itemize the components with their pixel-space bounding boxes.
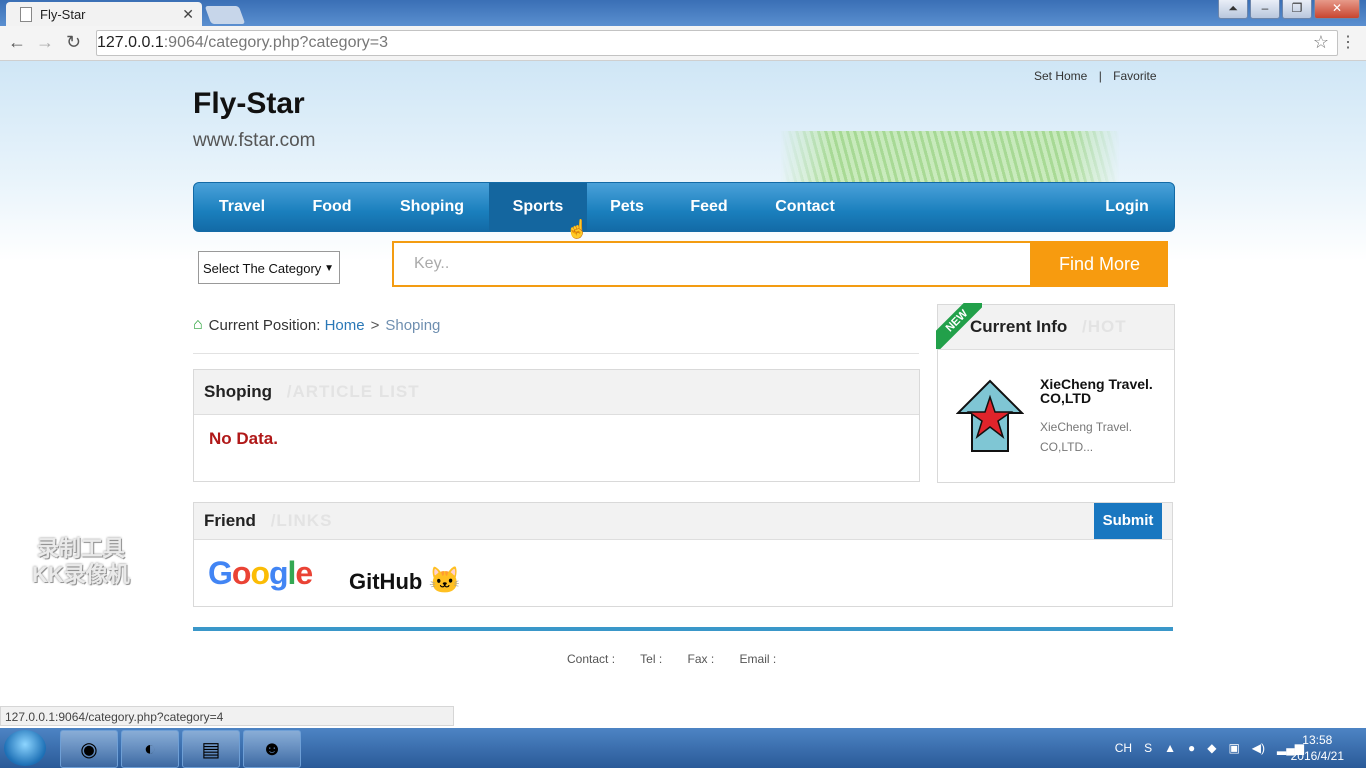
- footer-contact-label: Contact :: [567, 652, 616, 666]
- tab-close-icon[interactable]: ✕: [182, 6, 194, 23]
- favorite-link[interactable]: Favorite: [1113, 69, 1156, 83]
- breadcrumb-label: Current Position:: [208, 316, 321, 334]
- page-favicon-icon: [20, 6, 32, 22]
- taskbar: ◉ ◐ ▤ ☻ CH S ▲ ● ◆ ▣ ◀) ▂▄▆ 13:58 2016/4…: [0, 728, 1366, 768]
- url-host: 127.0.0.1: [97, 34, 164, 51]
- octocat-icon: 🐱: [428, 565, 461, 595]
- main-nav: Travel Food Shoping Sports Pets Feed Con…: [193, 182, 1175, 232]
- submit-button[interactable]: Submit: [1094, 503, 1162, 539]
- browser-toolbar: ← → ↻ 127.0.0.1 :9064/category.php?categ…: [0, 26, 1366, 108]
- top-links-divider: |: [1098, 69, 1102, 83]
- footer-tel-label: Tel :: [640, 652, 663, 666]
- star-arrow-icon[interactable]: [956, 379, 1024, 453]
- forward-arrow-icon[interactable]: →: [36, 32, 54, 53]
- dropdown-arrow-icon: ▼: [324, 263, 334, 274]
- close-window-button[interactable]: ✕: [1314, 0, 1360, 19]
- top-links: Set Home | Favorite: [1034, 69, 1165, 83]
- minimize-button[interactable]: –: [1250, 0, 1280, 19]
- friend-links-header: Friend /LINKS Submit: [194, 503, 1172, 540]
- nav-item-travel[interactable]: Travel: [194, 183, 290, 231]
- hand-cursor-icon: ☝: [566, 219, 589, 239]
- start-button[interactable]: [4, 730, 46, 766]
- grass-decoration: [780, 131, 1120, 183]
- nav-item-contact[interactable]: Contact: [751, 183, 859, 231]
- clock-date: 2016/4/21: [1290, 749, 1344, 763]
- window-controls: ⏶ – ❐ ✕: [1218, 0, 1360, 19]
- security-icon[interactable]: ●: [1188, 741, 1195, 755]
- web-page: Set Home | Favorite Fly-Star www.fstar.c…: [0, 61, 1366, 728]
- friend-links-subtitle: /LINKS: [270, 511, 333, 530]
- status-bar-url: 127.0.0.1:9064/category.php?category=4: [0, 706, 454, 726]
- nav-item-shoping[interactable]: Shoping: [374, 183, 490, 231]
- url-path: :9064/category.php?category=3: [163, 34, 389, 51]
- language-indicator[interactable]: CH: [1115, 741, 1132, 755]
- no-data-message: No Data.: [209, 429, 278, 448]
- set-home-link[interactable]: Set Home: [1034, 69, 1087, 83]
- watermark-line1: 录制工具: [36, 536, 125, 561]
- network-icon[interactable]: ▣: [1228, 741, 1239, 755]
- nav-item-food[interactable]: Food: [290, 183, 374, 231]
- current-info-title: Current Info: [970, 317, 1068, 336]
- github-logo[interactable]: GitHub 🐱: [349, 565, 461, 596]
- breadcrumb-current[interactable]: Shoping: [385, 317, 440, 334]
- address-bar[interactable]: 127.0.0.1 :9064/category.php?category=3 …: [96, 30, 1338, 108]
- watermark-line2: KK录像机: [32, 562, 130, 587]
- input-method-icon[interactable]: S: [1144, 741, 1152, 755]
- site-domain: www.fstar.com: [193, 130, 316, 151]
- breadcrumb-home-link[interactable]: Home: [325, 317, 365, 334]
- chrome-taskbar-icon[interactable]: ◉: [60, 730, 118, 768]
- footer-email-label: Email :: [739, 652, 777, 666]
- article-list-subtitle: /ARTICLE LIST: [286, 382, 420, 401]
- volume-icon[interactable]: ◀): [1252, 741, 1265, 755]
- footer-divider: [193, 627, 1173, 631]
- reload-icon[interactable]: ↻: [66, 32, 81, 53]
- article-list-header: Shoping /ARTICLE LIST: [194, 370, 919, 415]
- info-item-title[interactable]: XieCheng Travel. CO,LTD: [1040, 377, 1168, 405]
- category-select[interactable]: Select The Category ▼: [198, 251, 340, 284]
- nav-item-feed[interactable]: Feed: [667, 183, 751, 231]
- qq-icon[interactable]: ◆: [1207, 741, 1216, 755]
- bookmark-star-icon[interactable]: ☆: [1313, 32, 1329, 53]
- user-icon[interactable]: ⏶: [1218, 0, 1248, 19]
- new-ribbon-label: NEW: [936, 303, 982, 349]
- article-list-panel: Shoping /ARTICLE LIST No Data.: [193, 369, 920, 482]
- show-hidden-icons[interactable]: ▲: [1164, 741, 1176, 755]
- category-select-value: Select The Category: [203, 261, 322, 276]
- find-more-button[interactable]: Find More: [1031, 241, 1168, 287]
- search-input[interactable]: Key..: [392, 241, 1032, 287]
- breadcrumb-divider: [193, 353, 919, 354]
- clock-time: 13:58: [1302, 733, 1333, 747]
- browser-tab[interactable]: Fly-Star ✕: [6, 2, 202, 26]
- browser-tabbar: Fly-Star ✕ ⏶ – ❐ ✕: [0, 0, 1366, 26]
- new-ribbon: NEW: [936, 303, 982, 349]
- new-tab-button[interactable]: [204, 6, 246, 24]
- tab-title: Fly-Star: [40, 6, 86, 22]
- folder-taskbar-icon[interactable]: ▤: [182, 730, 240, 768]
- app-taskbar-icon[interactable]: ◐: [121, 730, 179, 768]
- info-item-desc: XieCheng Travel. CO,LTD...: [1040, 420, 1133, 454]
- current-info-panel: Current Info /HOT NEW XieCheng Travel. C…: [936, 303, 1175, 483]
- browser-menu-icon[interactable]: ⋮: [1340, 32, 1356, 52]
- breadcrumb: ⌂ Current Position: Home > Shoping: [193, 316, 440, 334]
- maximize-button[interactable]: ❐: [1282, 0, 1312, 19]
- nav-item-pets[interactable]: Pets: [587, 183, 667, 231]
- site-brand[interactable]: Fly-Star: [193, 87, 305, 121]
- recorder-watermark: 录制工具 KK录像机: [32, 536, 130, 588]
- system-tray: CH S ▲ ● ◆ ▣ ◀) ▂▄▆: [1115, 728, 1304, 768]
- nav-login[interactable]: Login: [1084, 183, 1170, 231]
- friend-links-panel: Friend /LINKS Submit Google GitHub 🐱: [193, 502, 1173, 607]
- recorder-taskbar-icon[interactable]: ☻: [243, 730, 301, 768]
- back-arrow-icon[interactable]: ←: [8, 32, 26, 53]
- footer-fax-label: Fax :: [687, 652, 715, 666]
- google-logo[interactable]: Google: [208, 555, 313, 592]
- footer-contact: Contact : Tel : Fax : Email :: [567, 652, 798, 666]
- friend-links-title: Friend: [204, 511, 256, 530]
- breadcrumb-separator: >: [370, 316, 380, 334]
- taskbar-clock[interactable]: 13:58 2016/4/21: [1291, 732, 1344, 764]
- home-icon: ⌂: [193, 316, 203, 333]
- article-list-title: Shoping: [204, 382, 272, 401]
- current-info-subtitle: /HOT: [1082, 317, 1127, 336]
